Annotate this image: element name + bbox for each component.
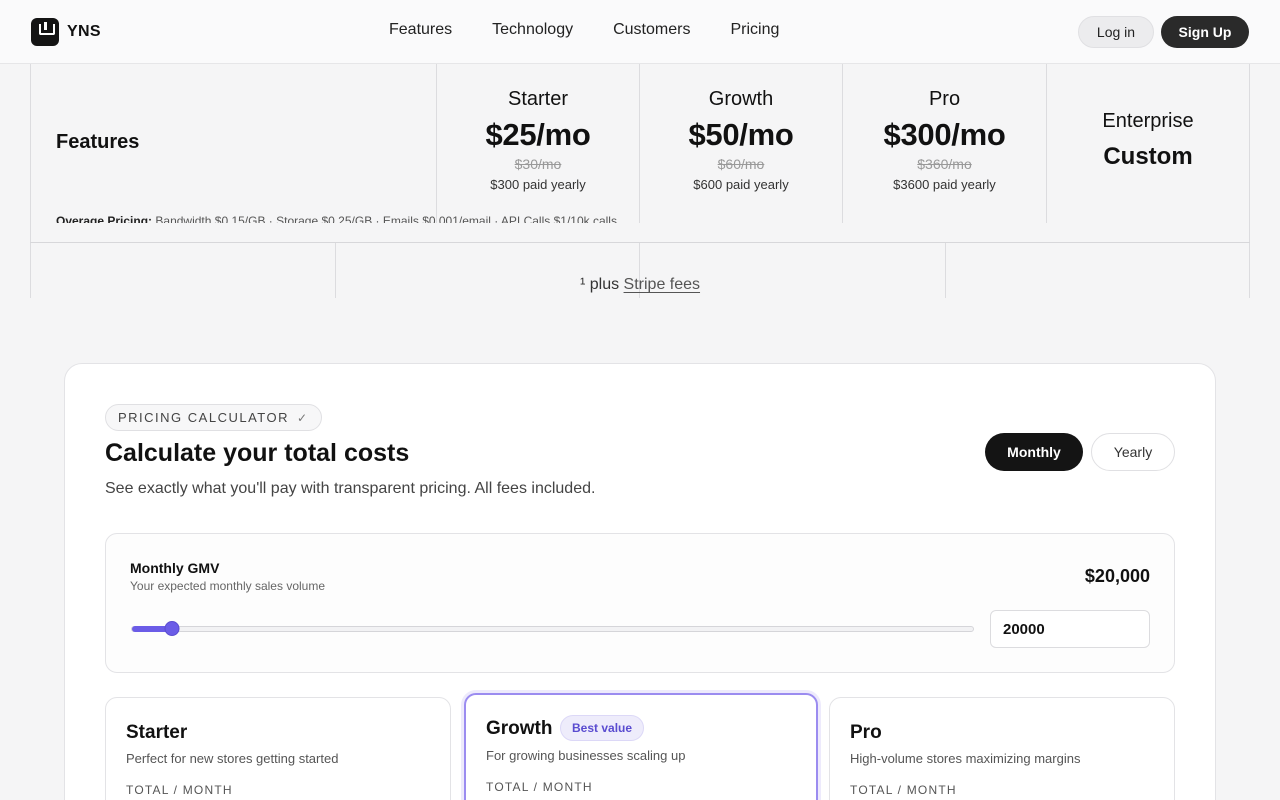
plan-column-pro: Pro $300/mo $360/mo $3600 paid yearly xyxy=(843,88,1046,192)
table-border xyxy=(30,64,31,298)
calc-plan-description: Perfect for new stores getting started xyxy=(126,751,339,766)
calculator-subtitle: See exactly what you'll pay with transpa… xyxy=(105,480,596,497)
plan-name: Starter xyxy=(507,88,569,110)
calc-plan-name: Growth xyxy=(486,718,553,739)
signup-button[interactable]: Sign Up xyxy=(1161,16,1249,48)
plan-price: Custom xyxy=(1103,143,1193,170)
nav-link-pricing[interactable]: Pricing xyxy=(730,21,779,39)
plan-name: Pro xyxy=(928,88,961,110)
gmv-slider[interactable] xyxy=(131,621,974,636)
nav-link-features[interactable]: Features xyxy=(389,21,452,39)
calc-plan-description: For growing businesses scaling up xyxy=(486,748,686,763)
calculator-badge-label: PRICING CALCULATOR xyxy=(118,410,289,425)
table-border xyxy=(1249,64,1250,298)
plan-column-growth: Growth $50/mo $60/mo $600 paid yearly xyxy=(640,88,842,192)
table-row-divider xyxy=(30,242,1250,243)
logo-icon xyxy=(31,18,59,46)
plan-old-price: $360/mo xyxy=(917,156,972,172)
plan-yearly-price: $3600 paid yearly xyxy=(893,177,996,192)
nav-link-technology[interactable]: Technology xyxy=(492,21,573,39)
overage-text: Bandwidth $0.15/GB · Storage $0.25/GB · … xyxy=(155,215,617,223)
pricing-table: Overage Pricing: Bandwidth $0.15/GB · St… xyxy=(30,64,1250,298)
plan-old-price: $60/mo xyxy=(717,156,765,172)
logo-text: YNS xyxy=(67,23,101,40)
login-button[interactable]: Log in xyxy=(1078,16,1154,48)
plan-name: Growth xyxy=(708,88,774,110)
logo[interactable]: YNS xyxy=(31,18,101,46)
nav-link-customers[interactable]: Customers xyxy=(613,21,690,39)
calc-plan-description: High-volume stores maximizing margins xyxy=(850,751,1081,766)
billing-toggle-monthly[interactable]: Monthly xyxy=(985,433,1083,471)
calc-plan-card-starter[interactable]: Starter Perfect for new stores getting s… xyxy=(105,697,451,800)
gmv-input[interactable] xyxy=(990,610,1150,648)
plan-yearly-price: $300 paid yearly xyxy=(490,177,586,192)
gmv-value: $20,000 xyxy=(1084,566,1150,586)
plan-yearly-price: $600 paid yearly xyxy=(693,177,789,192)
main-nav: Features Technology Customers Pricing xyxy=(389,21,779,39)
best-value-badge: Best value xyxy=(560,715,645,741)
plan-name: Enterprise xyxy=(1102,110,1194,132)
gmv-description: Your expected monthly sales volume xyxy=(130,579,325,593)
plan-price: $50/mo xyxy=(688,117,794,152)
plan-column-starter: Starter $25/mo $30/mo $300 paid yearly xyxy=(437,88,639,192)
calc-plan-name: Pro xyxy=(850,722,882,743)
plan-column-enterprise: Enterprise Custom xyxy=(1047,110,1249,171)
calc-plan-total-label: TOTAL / MONTH xyxy=(850,783,957,797)
plan-old-price: $30/mo xyxy=(514,156,562,172)
calculator-badge: PRICING CALCULATOR ✓ xyxy=(105,404,322,431)
calc-plan-card-growth[interactable]: Growth Best value For growing businesses… xyxy=(464,693,818,800)
site-header: YNS Features Technology Customers Pricin… xyxy=(0,0,1280,64)
gmv-slider-thumb[interactable] xyxy=(164,621,180,636)
plan-price: $25/mo xyxy=(485,117,591,152)
overage-pricing: Overage Pricing: Bandwidth $0.15/GB · St… xyxy=(56,215,617,223)
gmv-card: Monthly GMV Your expected monthly sales … xyxy=(105,533,1175,673)
calc-plan-total-label: TOTAL / MONTH xyxy=(126,783,233,797)
calc-plan-card-pro[interactable]: Pro High-volume stores maximizing margin… xyxy=(829,697,1175,800)
calculator-title: Calculate your total costs xyxy=(105,439,410,467)
stripe-fees-link[interactable]: Stripe fees xyxy=(624,276,700,293)
overage-label: Overage Pricing: xyxy=(56,215,153,223)
calc-plan-name: Starter xyxy=(126,722,188,743)
check-icon: ✓ xyxy=(297,410,309,425)
stripe-footnote: ¹ plus Stripe fees xyxy=(30,276,1250,294)
plan-price: $300/mo xyxy=(883,117,1006,152)
gmv-label: Monthly GMV xyxy=(130,560,220,576)
stripe-footnote-text: ¹ plus xyxy=(579,276,620,293)
pricing-calculator: PRICING CALCULATOR ✓ Calculate your tota… xyxy=(64,363,1216,800)
features-heading: Features xyxy=(56,131,140,153)
billing-toggle-yearly[interactable]: Yearly xyxy=(1091,433,1175,471)
calc-plan-total-label: TOTAL / MONTH xyxy=(486,780,593,794)
